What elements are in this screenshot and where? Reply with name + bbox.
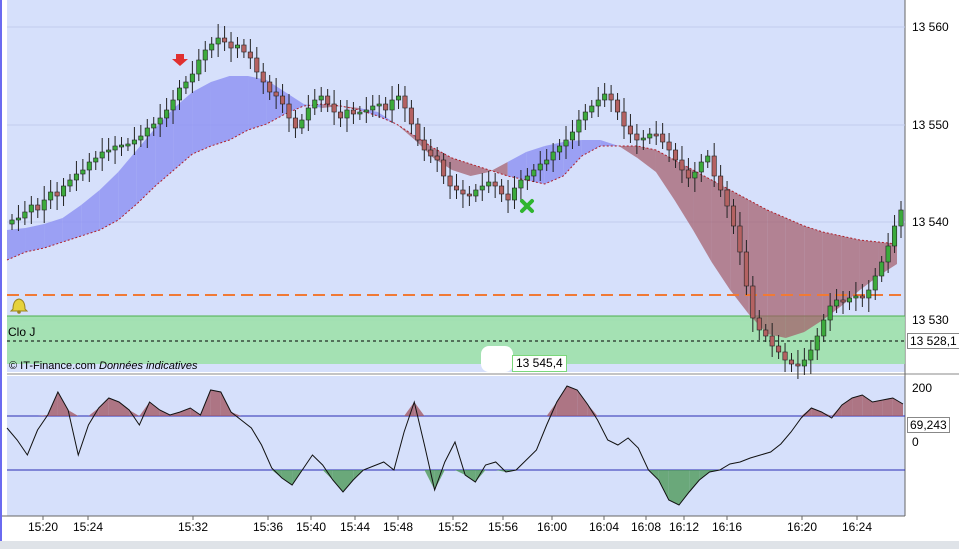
oscillator-value-badge: 69,243 <box>907 417 950 433</box>
cloud-segment <box>767 210 786 338</box>
time-tick: 16:04 <box>588 520 620 534</box>
time-tick: 15:40 <box>295 520 327 534</box>
cloud-segment <box>25 224 45 252</box>
cloud-segment <box>248 76 267 130</box>
time-tick: 15:24 <box>72 520 104 534</box>
time-tick: 15:52 <box>437 520 469 534</box>
osc-tick-0: 0 <box>912 435 919 449</box>
price-tick-13550: 13 550 <box>912 118 949 132</box>
time-tick: 15:56 <box>487 520 519 534</box>
cloud-segment <box>192 82 211 154</box>
price-tick-13560: 13 560 <box>912 20 949 34</box>
trading-chart[interactable] <box>0 0 959 549</box>
cloud-segment <box>804 226 823 332</box>
data-note-text: Données indicatives <box>99 360 198 372</box>
time-tick: 15:44 <box>339 520 371 534</box>
osc-tick-200: 200 <box>912 381 933 395</box>
time-tick: 15:36 <box>252 520 284 534</box>
time-tick: 16:16 <box>711 520 743 534</box>
level-label: Clo J <box>8 325 36 339</box>
cloud-segment <box>210 76 230 146</box>
time-tick: 16:08 <box>630 520 662 534</box>
cloud-segment <box>229 76 249 140</box>
cloud-segment <box>785 218 805 338</box>
hover-value-badge: 13 545,4 <box>512 355 567 372</box>
current-price-badge: 13 528,1 <box>907 333 959 349</box>
time-tick: 16:20 <box>786 520 818 534</box>
time-tick: 16:12 <box>668 520 700 534</box>
price-tick-13530: 13 530 <box>912 313 949 327</box>
time-tick: 15:20 <box>27 520 59 534</box>
time-tick: 16:00 <box>536 520 568 534</box>
cursor-blob <box>481 346 513 372</box>
time-tick: 16:24 <box>841 520 873 534</box>
time-tick: 15:48 <box>382 520 414 534</box>
copyright-text: © IT-Finance.com <box>9 360 96 372</box>
time-tick: 15:32 <box>177 520 209 534</box>
taskbar <box>0 541 959 549</box>
price-tick-13540: 13 540 <box>912 215 949 229</box>
